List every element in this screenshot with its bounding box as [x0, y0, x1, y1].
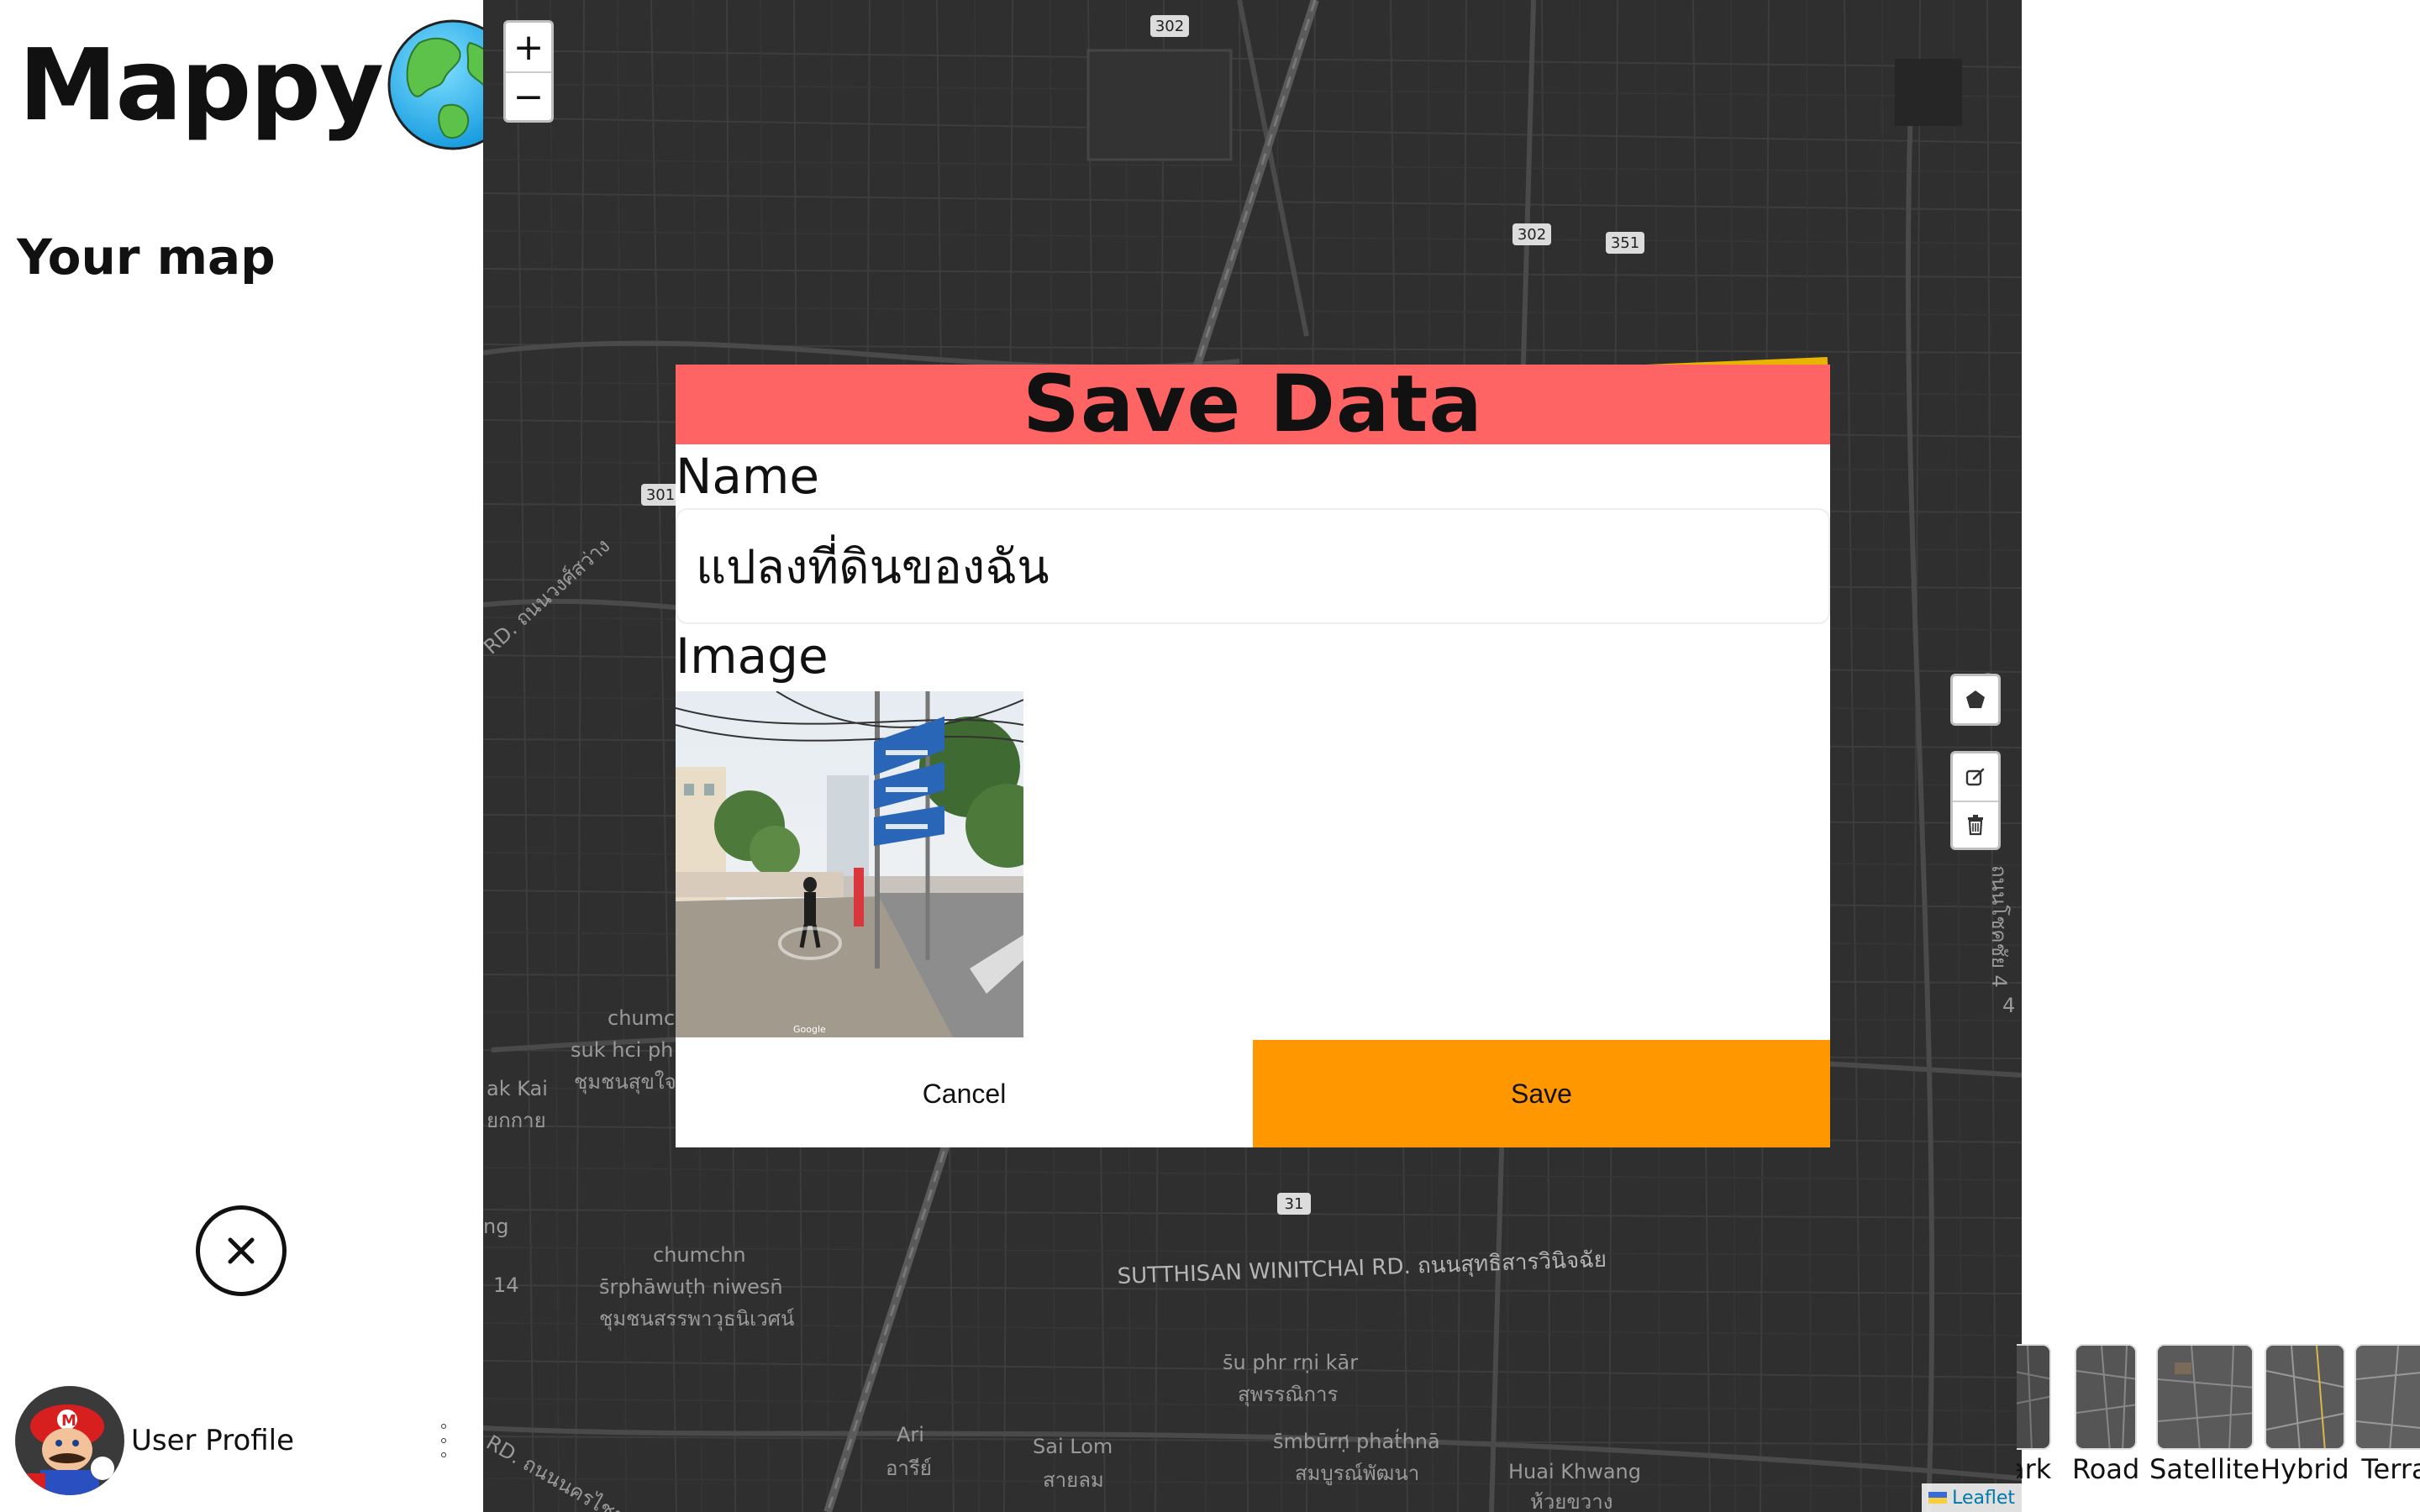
- road-badge: 301: [646, 486, 675, 504]
- edit-icon: [1965, 768, 1985, 786]
- more-options-icon[interactable]: [435, 1424, 452, 1457]
- avatar: M: [15, 1386, 124, 1495]
- layer-label: Terra: [2361, 1453, 2420, 1485]
- attribution-link[interactable]: Leaflet: [1952, 1488, 2015, 1509]
- map-label: ยกกาย: [487, 1109, 546, 1132]
- delete-layers-button[interactable]: [1953, 801, 1998, 848]
- map-label: ถนนโชคชัย 4: [1987, 865, 2011, 988]
- layer-option-dark[interactable]: ark: [2017, 1344, 2051, 1485]
- layer-option-road[interactable]: Road: [2072, 1344, 2139, 1485]
- road-badge: 31: [1285, 1195, 1304, 1213]
- map-label: ชุมชนสรรพาวุธนิเวศน์: [599, 1307, 795, 1331]
- map-label: ng: [483, 1215, 508, 1238]
- layer-option-terrain[interactable]: Terra: [2354, 1344, 2420, 1485]
- zoom-control: + −: [503, 20, 554, 123]
- map-label: s̄mbūrṇ̒ phat̒hnā: [1273, 1428, 1440, 1453]
- profile-name: User Profile: [131, 1424, 295, 1457]
- layer-thumbnail: [2354, 1344, 2420, 1450]
- layer-thumbnail: [2017, 1344, 2051, 1450]
- map-label: s̄rphāwuṭh niwesn̄: [599, 1275, 783, 1299]
- image-label: Image: [676, 627, 829, 685]
- map-label: chumc: [608, 1006, 675, 1030]
- zoom-in-button[interactable]: +: [506, 23, 551, 71]
- map-label: Sai Lom: [1033, 1435, 1113, 1458]
- layer-label: ark: [2017, 1453, 2052, 1485]
- road-badge: 302: [1518, 226, 1546, 244]
- close-button[interactable]: [196, 1205, 287, 1296]
- user-profile[interactable]: M User Profile: [15, 1386, 452, 1495]
- draw-polygon-button[interactable]: [1953, 676, 1998, 723]
- dialog-actions: Cancel Save: [676, 1040, 1830, 1147]
- layer-switcher: ark Road Satellite Hybrid Terra: [2017, 1344, 2420, 1512]
- edit-toolbar: [1950, 751, 2001, 850]
- draw-toolbar: [1950, 674, 2001, 726]
- layer-label: Satellite: [2149, 1453, 2260, 1485]
- map-label: สุพรรณิการ: [1238, 1383, 1339, 1407]
- layer-thumbnail: [2155, 1344, 2254, 1450]
- cancel-button[interactable]: Cancel: [676, 1040, 1253, 1147]
- pentagon-icon: [1966, 690, 1985, 708]
- layer-thumbnail: [2264, 1344, 2345, 1450]
- svg-text:M: M: [61, 1412, 76, 1430]
- map-label: อารีย์: [886, 1457, 932, 1480]
- map-label: 4: [2002, 994, 2015, 1017]
- map-label: ak Kai: [487, 1077, 548, 1100]
- brand: Mappy: [18, 15, 520, 154]
- map-label: s̄u phr rṇi kār: [1223, 1351, 1358, 1374]
- road-badge: 302: [1155, 18, 1184, 35]
- save-data-dialog: Save Data Name Image: [676, 359, 1830, 1147]
- layer-label: Hybrid: [2260, 1453, 2349, 1485]
- map-label: Ari: [897, 1423, 924, 1446]
- flag-icon: [1928, 1492, 1948, 1504]
- close-icon: [228, 1237, 255, 1264]
- edit-layers-button[interactable]: [1953, 753, 1998, 801]
- name-input[interactable]: [676, 508, 1830, 624]
- trash-icon: [1968, 815, 1983, 836]
- photo-watermark: Google: [793, 1024, 826, 1035]
- map-label: suk hci ph: [571, 1038, 673, 1062]
- layer-label: Road: [2072, 1453, 2140, 1485]
- street-photo[interactable]: Google: [676, 691, 1023, 1037]
- name-label: Name: [676, 448, 820, 505]
- sidebar: Mappy Your map M User Profile: [0, 0, 518, 1512]
- map-label: Huai Khwang: [1508, 1460, 1641, 1483]
- map-label: ห้วยขวาง: [1530, 1490, 1612, 1512]
- sidebar-title: Your map: [17, 228, 276, 286]
- layer-option-hybrid[interactable]: Hybrid: [2260, 1344, 2349, 1485]
- layer-option-satellite[interactable]: Satellite: [2149, 1344, 2260, 1485]
- map-label: 14: [493, 1273, 519, 1297]
- dialog-title: Save Data: [1023, 359, 1483, 450]
- save-button[interactable]: Save: [1253, 1040, 1830, 1147]
- map-attribution[interactable]: Leaflet: [1922, 1483, 2022, 1512]
- dialog-header: Save Data: [676, 359, 1830, 450]
- layer-thumbnail: [2075, 1344, 2138, 1450]
- map-label: ชุมชนสุขใจ: [574, 1070, 676, 1095]
- map-label: chumchn: [653, 1243, 746, 1267]
- road-badge: 351: [1611, 234, 1639, 252]
- app-logo-text: Mappy: [18, 26, 384, 143]
- app-root: Mappy Your map M User Profile 302 302 35…: [0, 0, 2420, 1512]
- zoom-out-button[interactable]: −: [506, 71, 551, 120]
- map-label: สมบูรณ์พัฒนา: [1295, 1462, 1419, 1486]
- map-label: สายลม: [1043, 1468, 1104, 1492]
